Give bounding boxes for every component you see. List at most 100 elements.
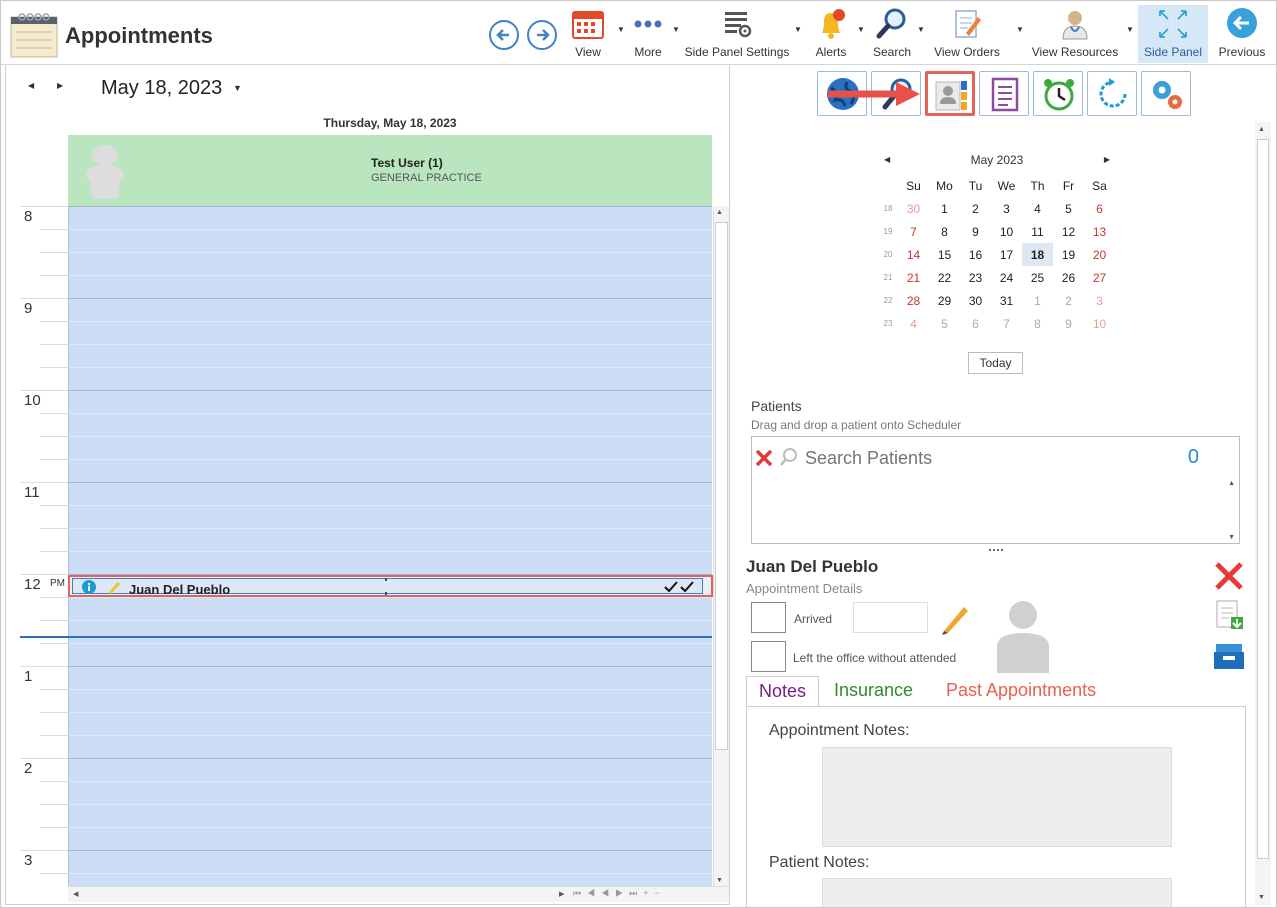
scroll-up-icon[interactable]: ▲ [716,209,723,216]
calendar-day[interactable]: 9 [960,220,991,243]
resize-handle-top[interactable] [385,578,387,581]
calendar-day[interactable]: 29 [929,289,960,312]
side-scroll-thumb[interactable] [1257,139,1269,859]
clear-search-icon[interactable] [754,448,774,468]
calendar-day[interactable]: 2 [1053,289,1084,312]
scroll-left-icon[interactable]: ◀ [73,890,78,898]
search-dropdown-icon[interactable]: ▼ [917,25,925,34]
calendar-day[interactable]: 24 [991,266,1022,289]
today-button[interactable]: Today [968,352,1023,374]
view-orders-dropdown-icon[interactable]: ▼ [1016,25,1024,34]
side-panel-settings-dropdown-icon[interactable]: ▼ [794,25,802,34]
scroll-right-icon[interactable]: ▶ [559,890,564,898]
calendar-day[interactable]: 19 [1053,243,1084,266]
side-panel-scrollbar[interactable]: ▲ ▼ [1255,122,1271,905]
side-panel-button[interactable]: Side Panel [1138,5,1208,63]
calendar-day[interactable]: 5 [929,312,960,335]
patient-notes-field[interactable] [822,878,1172,907]
calendar-day[interactable]: 8 [929,220,960,243]
view-resources-dropdown-icon[interactable]: ▼ [1126,25,1134,34]
vertical-scrollbar[interactable]: ▲ ▼ [713,206,729,886]
calendar-day[interactable]: 21 [898,266,929,289]
arrived-checkbox[interactable] [751,602,786,633]
patient-search-input[interactable] [805,447,1155,469]
calendar-day[interactable]: 15 [929,243,960,266]
more-button[interactable]: More [628,5,668,63]
appointment-block[interactable]: Juan Del Pueblo [68,575,713,597]
view-resources-button[interactable]: View Resources [1029,5,1121,63]
calendar-day[interactable]: 3 [1084,289,1115,312]
calendar-day[interactable]: 13 [1084,220,1115,243]
scroll-thumb[interactable] [715,222,728,750]
refresh-button[interactable] [1087,71,1137,116]
calendar-day[interactable]: 14 [898,243,929,266]
appointment-body[interactable]: Juan Del Pueblo [72,578,703,597]
delete-icon[interactable] [1212,559,1246,593]
calendar-day[interactable]: 6 [1084,197,1115,220]
calendar-day[interactable]: 30 [898,197,929,220]
tab-notes[interactable]: Notes [746,676,820,707]
calendar-day[interactable]: 16 [960,243,991,266]
left-without-attended-checkbox[interactable] [751,641,786,672]
export-document-icon[interactable] [1215,599,1245,631]
calendar-next-icon[interactable]: ▶ [1104,155,1110,164]
info-icon[interactable] [82,580,96,594]
calendar-day[interactable]: 31 [991,289,1022,312]
calendar-day[interactable]: 10 [991,220,1022,243]
list-scroll-down-icon[interactable]: ▼ [1228,534,1235,541]
calendar-day[interactable]: 27 [1084,266,1115,289]
calendar-day[interactable]: 8 [1022,312,1053,335]
calendar-day[interactable]: 10 [1084,312,1115,335]
edit-pencil-icon[interactable] [938,601,972,635]
patient-details-button[interactable] [925,71,975,116]
tab-insurance[interactable]: Insurance [822,676,925,706]
side-panel-settings-button[interactable]: Side Panel Settings [681,5,793,63]
prev-day-icon[interactable]: ◀ [28,81,34,90]
date-dropdown-icon[interactable]: ▼ [233,83,242,93]
list-scroll-up-icon[interactable]: ▲ [1228,480,1235,487]
day-grid[interactable] [68,206,712,886]
calendar-day[interactable]: 4 [898,312,929,335]
resize-handle-bottom[interactable] [385,592,387,595]
calendar-day[interactable]: 22 [929,266,960,289]
calendar-day[interactable]: 11 [1022,220,1053,243]
arrived-time-field[interactable] [853,602,928,633]
calendar-day[interactable]: 12 [1053,220,1084,243]
view-dropdown-icon[interactable]: ▼ [617,25,625,34]
next-day-icon[interactable]: ▶ [57,81,63,90]
side-scroll-down-icon[interactable]: ▼ [1258,894,1265,901]
calendar-day[interactable]: 2 [960,197,991,220]
calendar-day[interactable]: 7 [898,220,929,243]
calendar-day[interactable]: 17 [991,243,1022,266]
current-date[interactable]: May 18, 2023 [101,77,222,100]
back-arrow-button[interactable] [489,20,519,50]
calendar-day[interactable]: 7 [991,312,1022,335]
side-scroll-up-icon[interactable]: ▲ [1258,126,1265,133]
calendar-day[interactable]: 28 [898,289,929,312]
splitter-handle[interactable] [989,549,1003,551]
calendar-day[interactable]: 20 [1084,243,1115,266]
calendar-day[interactable]: 4 [1022,197,1053,220]
calendar-day[interactable]: 3 [991,197,1022,220]
calendar-day[interactable]: 30 [960,289,991,312]
calendar-day[interactable]: 18 [1022,243,1053,266]
view-orders-button[interactable]: View Orders [929,5,1005,63]
scroll-down-icon[interactable]: ▼ [716,877,723,884]
appointment-notes-field[interactable] [822,747,1172,847]
calendar-day[interactable]: 1 [1022,289,1053,312]
view-button[interactable]: View [566,5,610,63]
calendar-day[interactable]: 26 [1053,266,1084,289]
calendar-day[interactable]: 23 [960,266,991,289]
clipboard-button[interactable] [979,71,1029,116]
alerts-dropdown-icon[interactable]: ▼ [857,25,865,34]
calendar-day[interactable]: 25 [1022,266,1053,289]
calendar-day[interactable]: 9 [1053,312,1084,335]
navigation-controls[interactable]: ⏮◀◀▶⏭+− [573,888,666,899]
alerts-button[interactable]: Alerts [809,5,853,63]
calendar-day[interactable]: 5 [1053,197,1084,220]
forward-arrow-button[interactable] [527,20,557,50]
calendar-day[interactable]: 1 [929,197,960,220]
horizontal-scrollbar[interactable]: ◀ ▶ ⏮◀◀▶⏭+− [68,886,729,902]
patient-results-list[interactable]: ▲ ▼ [751,477,1240,544]
search-button[interactable]: Search [867,5,917,63]
